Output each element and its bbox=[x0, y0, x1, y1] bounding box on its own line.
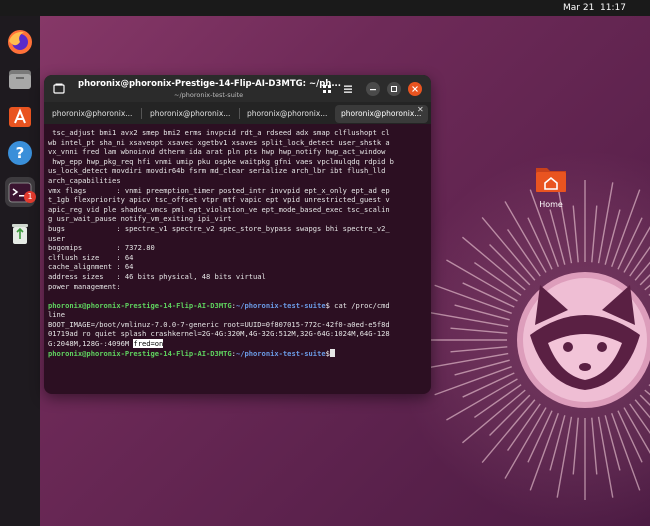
terminal-line: cache_alignment : 64 bbox=[48, 262, 134, 272]
terminal-line: g usr_wait_pause notify_vm_exiting ipi_v… bbox=[48, 214, 232, 224]
terminal-window[interactable]: phoronix@phoronix-Prestige-14-Flip-AI-D3… bbox=[44, 75, 431, 394]
minimize-icon[interactable] bbox=[366, 82, 380, 96]
cmdline-output-2: 01719ad ro quiet splash crashkernel=2G-4… bbox=[48, 329, 390, 339]
terminal-line: vmx flags : vnmi preemption_timer posted… bbox=[48, 185, 390, 195]
terminal-output[interactable]: tsc_adjust bmi1 avx2 smep bmi2 erms invp… bbox=[48, 128, 428, 392]
terminal-line: apic_reg vid ple shadow_vmcs pml ept_vio… bbox=[48, 204, 390, 214]
terminal-line: vx_vnni fred lam wbnoinvd dtherm ida ara… bbox=[48, 147, 386, 157]
terminal-line: t_1gb flexpriority apicv tsc_offset vtpr… bbox=[48, 195, 390, 205]
text-cursor bbox=[329, 348, 335, 357]
ubuntu-mascot-wallpaper bbox=[425, 180, 650, 500]
terminal-line: user bbox=[48, 233, 66, 243]
dock-app-center[interactable] bbox=[5, 101, 35, 131]
dock: ? 1 bbox=[0, 16, 40, 526]
prompt-user: phoronix@phoronix-Prestige-14-Flip-AI-D3… bbox=[48, 348, 232, 358]
command-wrap: line bbox=[48, 310, 66, 320]
highlighted-fred-on: fred=on bbox=[133, 339, 164, 349]
tab-2[interactable]: phoronix@phoronix... bbox=[144, 105, 234, 123]
home-folder-label: Home bbox=[539, 200, 563, 209]
terminal-line: bugs : spectre_v1 spectre_v2 spec_store_… bbox=[48, 223, 390, 233]
prompt-path: ~/phoronix-test-suite bbox=[235, 348, 326, 358]
dock-help[interactable]: ? bbox=[5, 138, 35, 168]
prompt-path: ~/phoronix-test-suite bbox=[235, 300, 326, 310]
terminal-line: hwp_epp hwp_pkg_req hfi vnmi umip pku os… bbox=[48, 156, 394, 166]
terminal-line: bogomips : 7372.80 bbox=[48, 243, 155, 253]
prompt-user: phoronix@phoronix-Prestige-14-Flip-AI-D3… bbox=[48, 300, 232, 310]
window-subtitle: ~/phoronix-test-suite bbox=[174, 91, 244, 99]
tab-close-icon[interactable]: ✕ bbox=[417, 105, 424, 114]
files-icon bbox=[9, 70, 31, 89]
terminal-line: power management: bbox=[48, 281, 121, 291]
tab-bar: phoronix@phoronix... phoronix@phoronix..… bbox=[44, 102, 431, 124]
tab-3[interactable]: phoronix@phoronix... bbox=[241, 105, 331, 123]
dock-firefox[interactable] bbox=[5, 27, 35, 57]
command-line-2: phoronix@phoronix-Prestige-14-Flip-AI-D3… bbox=[48, 348, 428, 359]
terminal-titlebar[interactable]: phoronix@phoronix-Prestige-14-Flip-AI-D3… bbox=[44, 75, 431, 102]
hamburger-menu-icon[interactable] bbox=[341, 82, 355, 96]
terminal-line: arch_capabilities bbox=[48, 175, 121, 185]
terminal-line: tsc_adjust bmi1 avx2 smep bmi2 erms invp… bbox=[48, 128, 390, 137]
help-icon: ? bbox=[8, 141, 32, 165]
cmdline-output-3: G:2048M,128G-:4096M fred=on bbox=[48, 339, 428, 349]
svg-text:?: ? bbox=[16, 144, 25, 162]
trash-icon bbox=[12, 224, 28, 244]
firefox-icon bbox=[8, 30, 32, 54]
terminal-line: clflush size : 64 bbox=[48, 252, 134, 262]
terminal-lines: tsc_adjust bmi1 avx2 smep bmi2 erms invp… bbox=[48, 128, 428, 301]
grid-menu-icon[interactable] bbox=[320, 82, 334, 96]
home-folder-icon[interactable] bbox=[535, 163, 567, 193]
terminal-line: wb intel_pt sha_ni xsaveopt xsavec xgetb… bbox=[48, 137, 390, 147]
terminal-line: us_lock_detect movdiri movdir64b fsrm md… bbox=[48, 166, 386, 176]
cmdline-output-1: BOOT_IMAGE=/boot/vmlinuz-7.0.0-7-generic… bbox=[48, 319, 390, 329]
clock[interactable]: Mar 21 11:17 bbox=[563, 3, 626, 13]
tab-divider bbox=[239, 108, 240, 119]
tab-4-active[interactable]: phoronix@phoronix... bbox=[335, 105, 428, 123]
terminal-notification-badge: 1 bbox=[24, 191, 36, 203]
window-title: phoronix@phoronix-Prestige-14-Flip-AI-D3… bbox=[78, 79, 342, 89]
typed-command: cat /proc/cmd bbox=[329, 300, 390, 310]
dock-files[interactable] bbox=[5, 64, 35, 94]
app-center-icon bbox=[9, 107, 31, 127]
tab-divider bbox=[141, 108, 142, 119]
tab-1[interactable]: phoronix@phoronix... bbox=[46, 105, 136, 123]
top-bar: Mar 21 11:17 bbox=[0, 0, 650, 16]
close-icon[interactable] bbox=[408, 82, 422, 96]
dock-trash[interactable] bbox=[5, 218, 35, 248]
command-line-1: phoronix@phoronix-Prestige-14-Flip-AI-D3… bbox=[48, 301, 428, 311]
cmdline-output-text: G:2048M,128G-:4096M bbox=[48, 339, 134, 349]
maximize-icon[interactable] bbox=[387, 82, 401, 96]
new-tab-icon[interactable] bbox=[52, 82, 66, 96]
terminal-line: address sizes : 46 bits physical, 48 bit… bbox=[48, 271, 266, 281]
